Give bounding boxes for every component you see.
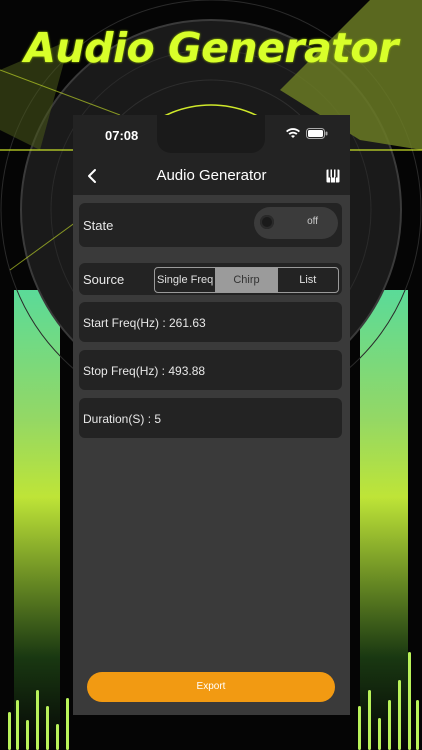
toggle-text: off xyxy=(307,216,318,227)
status-bar: 07:08 xyxy=(73,115,350,157)
toggle-knob xyxy=(260,215,274,229)
source-segmented-control: Single Freq Chirp List xyxy=(154,267,339,293)
wifi-icon xyxy=(286,128,300,138)
stop-freq-text: Stop Freq(Hz) : 493.88 xyxy=(83,364,206,378)
status-icons xyxy=(286,128,328,139)
nav-bar: Audio Generator xyxy=(73,157,350,195)
notch xyxy=(157,115,265,153)
start-freq-row[interactable]: Start Freq(Hz) : 261.63 xyxy=(79,302,342,342)
state-toggle[interactable]: off xyxy=(254,207,338,239)
phone-screen: 07:08 Audio Generator State off Source S… xyxy=(73,115,350,715)
start-freq-text: Start Freq(Hz) : 261.63 xyxy=(83,316,206,330)
status-time: 07:08 xyxy=(105,128,139,143)
duration-row[interactable]: Duration(S) : 5 xyxy=(79,398,342,438)
segment-single-freq[interactable]: Single Freq xyxy=(155,268,217,292)
piano-icon[interactable] xyxy=(326,169,340,183)
duration-text: Duration(S) : 5 xyxy=(83,412,162,426)
segment-chirp[interactable]: Chirp xyxy=(216,268,278,292)
stop-freq-row[interactable]: Stop Freq(Hz) : 493.88 xyxy=(79,350,342,390)
source-label: Source xyxy=(83,272,125,287)
page-title: Audio Generator xyxy=(156,167,267,184)
state-label: State xyxy=(83,218,114,233)
segment-list[interactable]: List xyxy=(278,268,338,292)
promo-screenshot: Audio Generator 07:08 Audio Generator St… xyxy=(0,0,422,750)
state-row: State off xyxy=(79,203,342,247)
export-button[interactable]: Export xyxy=(87,672,335,702)
source-row: Source Single Freq Chirp List xyxy=(79,263,342,295)
battery-icon xyxy=(306,128,328,139)
promo-title: Audio Generator xyxy=(24,24,398,72)
